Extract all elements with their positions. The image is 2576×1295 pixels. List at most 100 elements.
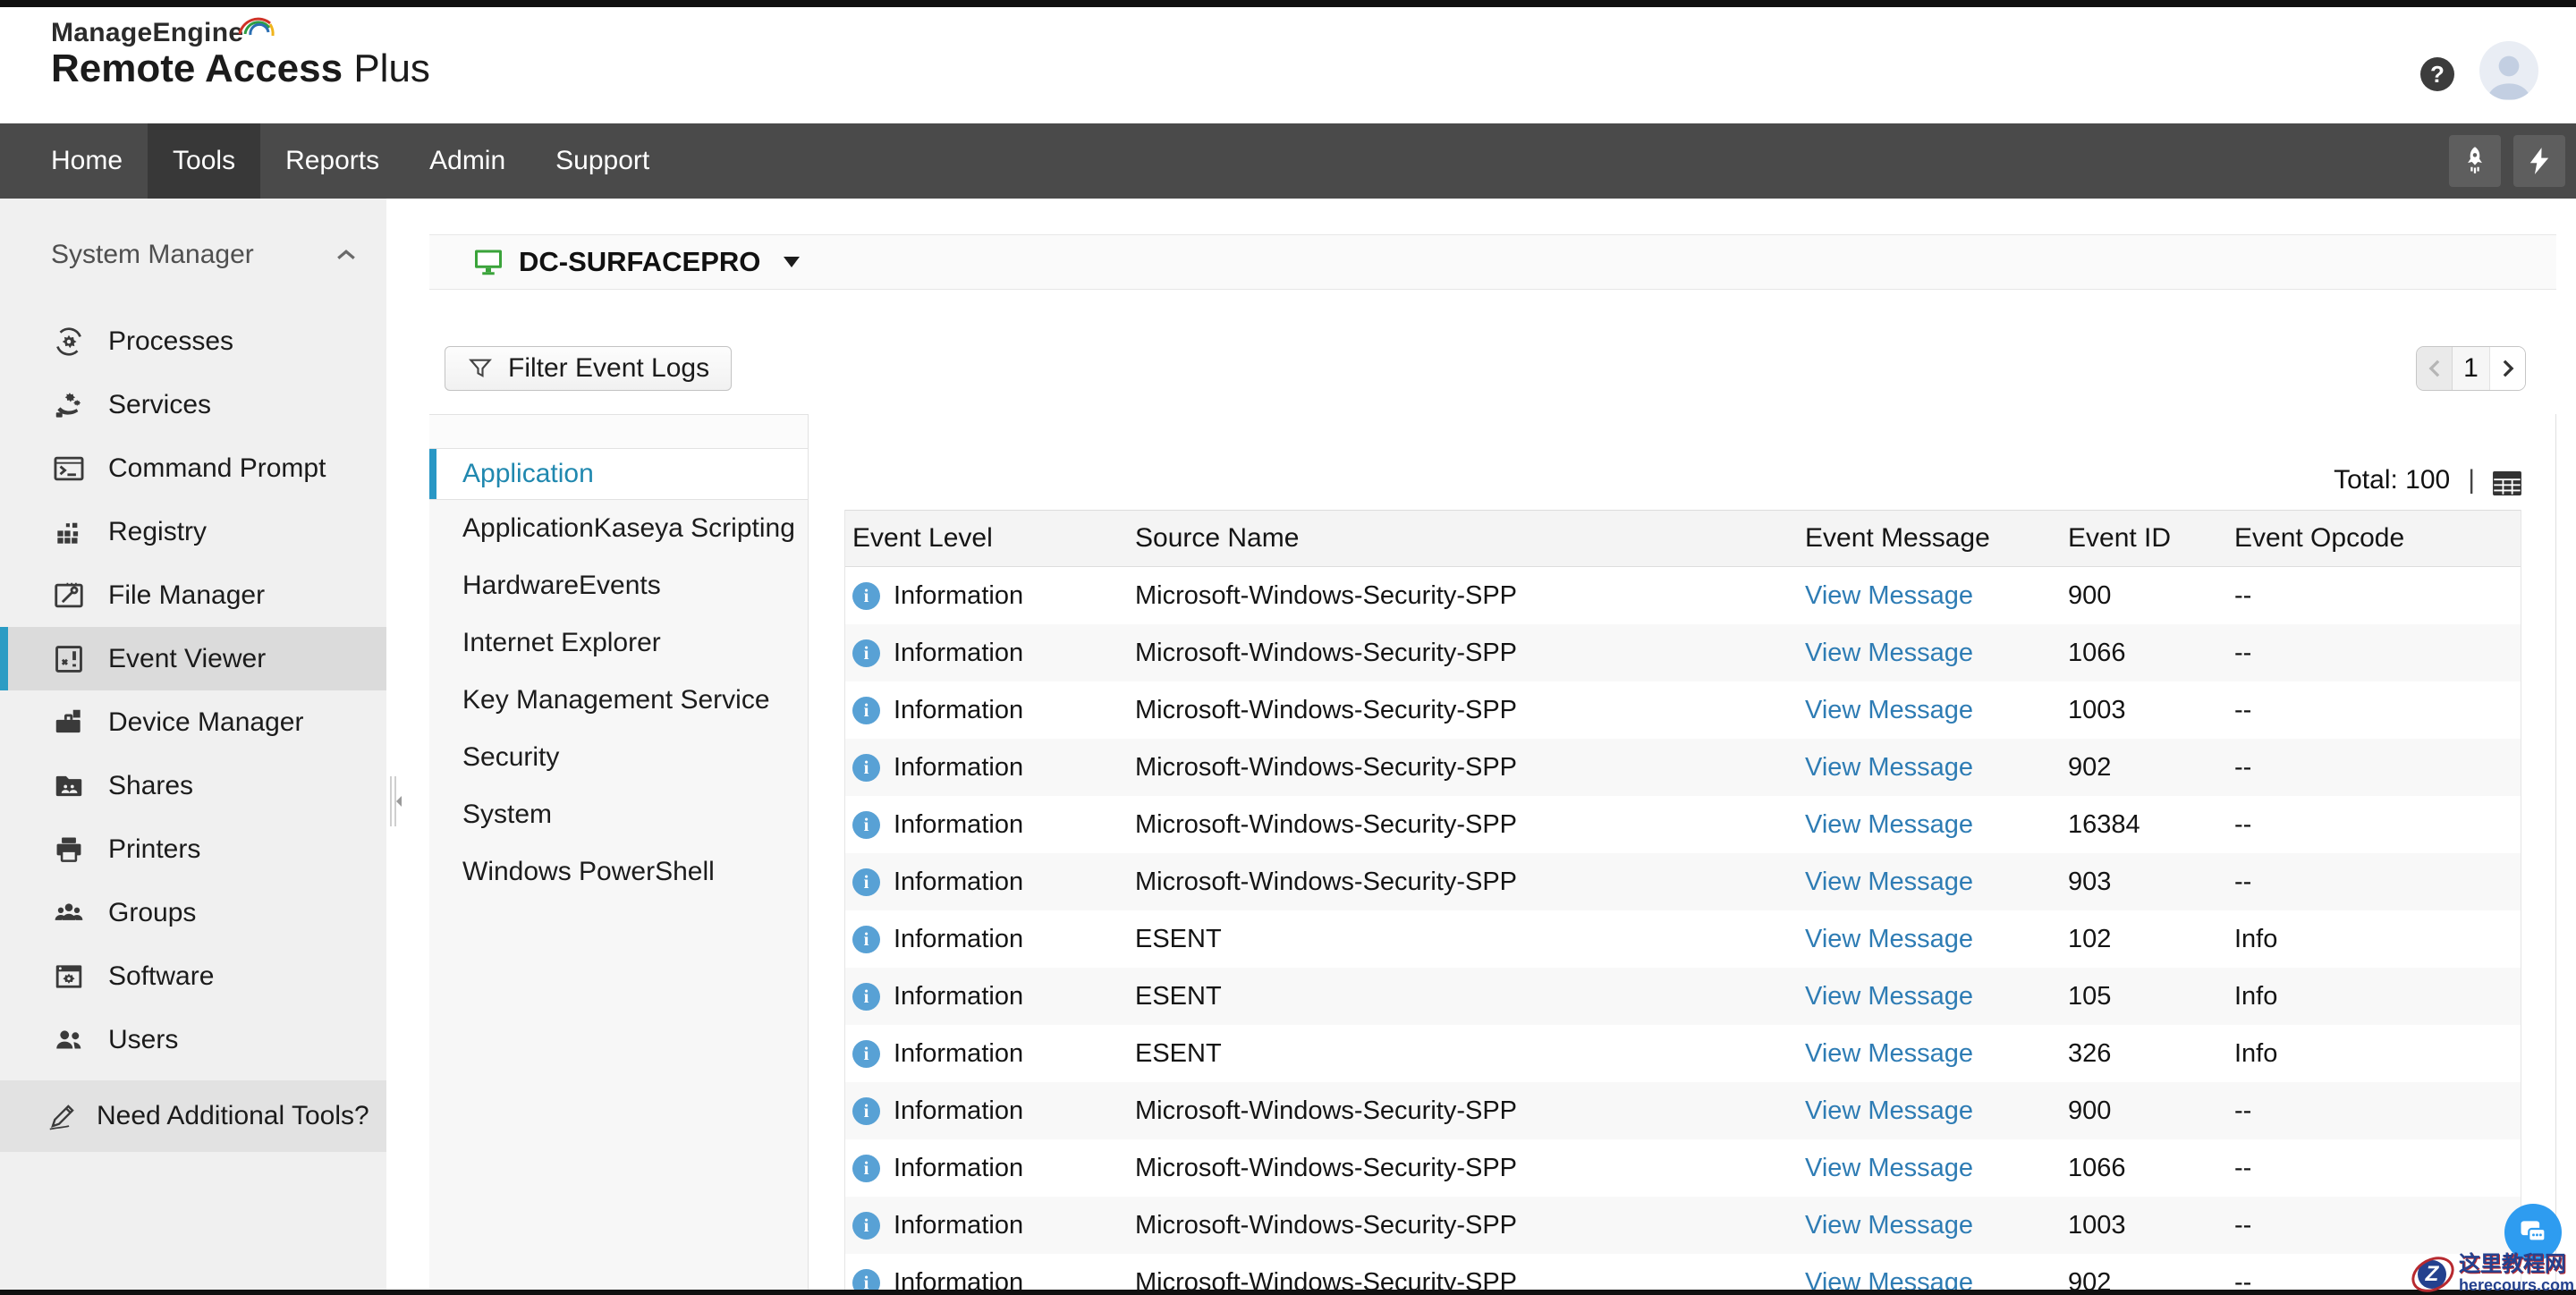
filter-event-logs-button[interactable]: Filter Event Logs — [445, 346, 732, 391]
sidebar-item-device-manager[interactable]: Device Manager — [0, 690, 386, 754]
nav-item-home[interactable]: Home — [26, 123, 148, 199]
watermark-site-name: 这里教程网 — [2459, 1252, 2574, 1277]
log-tab-applicationkaseya-scripting[interactable]: ApplicationKaseya Scripting — [429, 500, 808, 557]
view-message-link[interactable]: View Message — [1805, 696, 1973, 724]
view-message-link[interactable]: View Message — [1805, 1096, 1973, 1125]
chevron-right-icon — [2502, 359, 2514, 378]
user-avatar[interactable] — [2479, 41, 2538, 100]
event-opcode-cell: -- — [2234, 753, 2521, 783]
power-actions-button[interactable] — [2513, 135, 2565, 187]
nav-item-reports[interactable]: Reports — [260, 123, 404, 199]
log-tab-application[interactable]: Application — [429, 449, 808, 500]
current-page[interactable]: 1 — [2453, 347, 2489, 390]
information-icon: i — [852, 983, 880, 1011]
quick-launch-button[interactable] — [2449, 135, 2501, 187]
filter-button-label: Filter Event Logs — [508, 353, 709, 384]
view-message-link[interactable]: View Message — [1805, 581, 1973, 610]
information-icon: i — [852, 811, 880, 839]
nav-item-support[interactable]: Support — [530, 123, 674, 199]
device-selector[interactable]: DC-SURFACEPRO — [429, 234, 2556, 290]
logo-product-plus: Plus — [353, 47, 430, 90]
log-category-list: Application ApplicationKaseya Scripting … — [429, 414, 809, 1295]
source-name-cell: Microsoft-Windows-Security-SPP — [1135, 1154, 1805, 1183]
sidebar-item-label: Event Viewer — [108, 644, 266, 674]
caret-down-icon — [784, 257, 800, 267]
sidebar-item-command-prompt[interactable]: Command Prompt — [0, 436, 386, 500]
sidebar-item-file-manager[interactable]: File Manager — [0, 563, 386, 627]
event-message-cell: View Message — [1805, 1154, 2068, 1183]
logo-swoosh-icon — [236, 11, 275, 44]
sidebar-item-groups[interactable]: Groups — [0, 881, 386, 944]
processes-gear-sync-icon — [51, 324, 87, 360]
information-icon: i — [852, 926, 880, 953]
sidebar-collapse-handle[interactable] — [386, 771, 404, 832]
sidebar-item-services[interactable]: Services — [0, 373, 386, 436]
table-row: i Information ESENT View Message 326 Inf… — [845, 1025, 2521, 1082]
event-level-cell: i Information — [845, 1154, 1135, 1183]
view-message-link[interactable]: View Message — [1805, 1154, 1973, 1182]
table-row: i Information Microsoft-Windows-Security… — [845, 1139, 2521, 1197]
sidebar-item-registry[interactable]: Registry — [0, 500, 386, 563]
event-level-cell: i Information — [845, 925, 1135, 954]
log-tab-hardwareevents[interactable]: HardwareEvents — [429, 557, 808, 614]
view-message-link[interactable]: View Message — [1805, 810, 1973, 839]
event-table: Event Level Source Name Event Message Ev… — [844, 510, 2521, 1295]
view-message-link[interactable]: View Message — [1805, 1039, 1973, 1068]
event-level-text: Information — [894, 1154, 1023, 1183]
sidebar-item-processes[interactable]: Processes — [0, 309, 386, 373]
log-tab-security[interactable]: Security — [429, 729, 808, 786]
event-level-cell: i Information — [845, 1211, 1135, 1240]
services-hand-gear-icon — [51, 387, 87, 423]
logo-product-text: Remote Access Plus — [51, 48, 430, 89]
event-level-text: Information — [894, 868, 1023, 897]
sidebar-item-software[interactable]: Software — [0, 944, 386, 1008]
nav-item-admin[interactable]: Admin — [404, 123, 530, 199]
sidebar-section-system-manager[interactable]: System Manager — [0, 199, 386, 270]
question-icon: ? — [2430, 61, 2445, 89]
monitor-icon — [472, 246, 504, 278]
sidebar-item-label: Groups — [108, 898, 196, 928]
sidebar-item-shares[interactable]: Shares — [0, 754, 386, 817]
source-name-cell: Microsoft-Windows-Security-SPP — [1135, 810, 1805, 840]
event-opcode-cell: -- — [2234, 1154, 2521, 1183]
sidebar-item-event-viewer[interactable]: Event Viewer — [0, 627, 386, 690]
column-chooser-button[interactable] — [2493, 471, 2521, 495]
chevron-left-icon — [2428, 359, 2441, 378]
table-row: i Information Microsoft-Windows-Security… — [845, 739, 2521, 796]
event-level-text: Information — [894, 1039, 1023, 1069]
view-message-link[interactable]: View Message — [1805, 639, 1973, 667]
view-message-link[interactable]: View Message — [1805, 868, 1973, 896]
view-message-link[interactable]: View Message — [1805, 1211, 1973, 1240]
logo-product-main: Remote Access — [51, 47, 343, 90]
table-meta: Total: 100 | — [844, 414, 2521, 510]
watermark-logo: Z — [2411, 1253, 2452, 1294]
lightning-bolt-icon — [2524, 146, 2555, 176]
event-message-cell: View Message — [1805, 868, 2068, 897]
nav-item-tools[interactable]: Tools — [148, 123, 260, 199]
filter-toolbar: Filter Event Logs 1 — [445, 346, 2526, 391]
information-icon: i — [852, 754, 880, 782]
log-tab-windows-powershell[interactable]: Windows PowerShell — [429, 843, 808, 901]
event-level-cell: i Information — [845, 753, 1135, 783]
event-level-cell: i Information — [845, 1096, 1135, 1126]
sidebar-item-users[interactable]: Users — [0, 1008, 386, 1071]
log-tab-internet-explorer[interactable]: Internet Explorer — [429, 614, 808, 672]
need-additional-tools-link[interactable]: Need Additional Tools? — [0, 1080, 386, 1152]
log-tab-system[interactable]: System — [429, 786, 808, 843]
source-name-cell: ESENT — [1135, 925, 1805, 954]
source-name-cell: Microsoft-Windows-Security-SPP — [1135, 581, 1805, 611]
sidebar-item-label: Users — [108, 1025, 178, 1055]
next-page-button[interactable] — [2489, 347, 2525, 390]
sidebar-item-printers[interactable]: Printers — [0, 817, 386, 881]
sidebar-item-label: Command Prompt — [108, 453, 326, 484]
previous-page-button[interactable] — [2417, 347, 2453, 390]
event-message-cell: View Message — [1805, 810, 2068, 840]
view-message-link[interactable]: View Message — [1805, 753, 1973, 782]
meta-separator: | — [2468, 465, 2475, 495]
event-id-cell: 1066 — [2068, 1154, 2234, 1183]
event-message-cell: View Message — [1805, 982, 2068, 1011]
help-button[interactable]: ? — [2420, 57, 2454, 91]
log-tab-key-management-service[interactable]: Key Management Service — [429, 672, 808, 729]
view-message-link[interactable]: View Message — [1805, 982, 1973, 1011]
view-message-link[interactable]: View Message — [1805, 925, 1973, 953]
